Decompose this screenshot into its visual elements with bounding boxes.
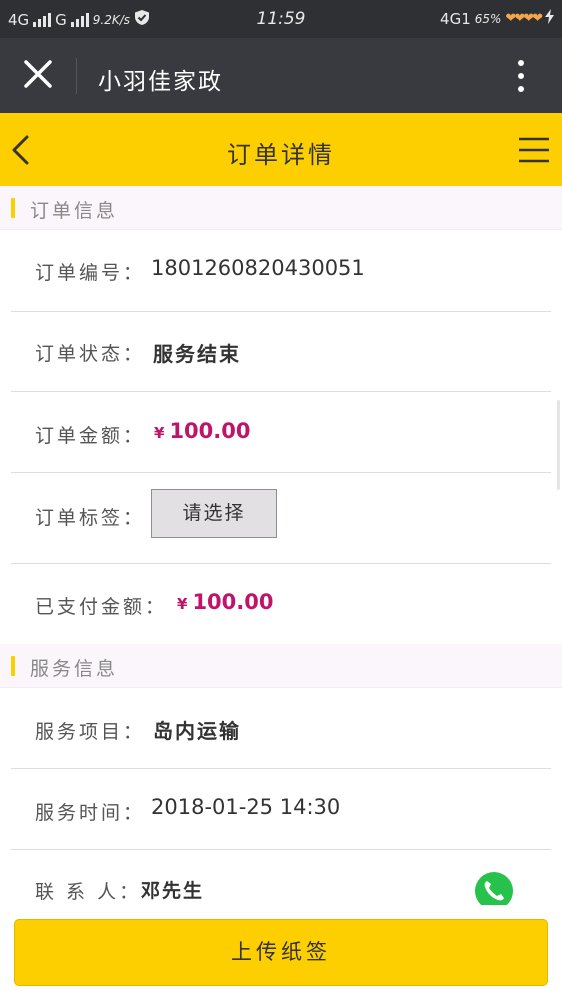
service-time-row: 服务时间： 2018-01-25 14:30 <box>11 769 551 850</box>
service-time-value: 2018-01-25 14:30 <box>151 795 341 819</box>
contact-label: 联 系 人： <box>35 881 142 903</box>
status-bar: 4G G 9.2K/s 11:59 4G1 65% ❤❤❤❤ <box>0 0 562 38</box>
heart-battery-icon: ❤❤❤❤ <box>505 11 543 26</box>
page-title: 订单详情 <box>227 141 335 169</box>
order-amount-label: 订单金额： <box>35 425 146 447</box>
service-item-row: 服务项目： 岛内运输 <box>11 688 551 769</box>
contact-row: 联 系 人： 邓先生 <box>11 850 551 910</box>
order-amount: 100.00 <box>169 419 251 443</box>
order-status-label: 订单状态： <box>35 343 146 365</box>
order-amount-value: ¥100.00 <box>154 419 250 443</box>
paid-amount-value: ¥100.00 <box>177 590 273 614</box>
contact-value: 邓先生 <box>141 880 205 902</box>
more-icon[interactable] <box>518 60 524 92</box>
scrollbar[interactable] <box>557 400 560 490</box>
service-info-section-header: 服务信息 <box>0 644 562 688</box>
order-number-label: 订单编号： <box>35 262 146 284</box>
order-status-row: 订单状态： 服务结束 <box>11 312 551 392</box>
charging-icon <box>545 9 554 28</box>
close-icon[interactable] <box>22 58 54 90</box>
order-number-value: 1801260820430051 <box>151 256 365 280</box>
battery-percent: 65% <box>474 11 502 26</box>
section-marker <box>11 198 15 218</box>
order-tag-label: 订单标签： <box>35 507 146 529</box>
order-info-section-header: 订单信息 <box>0 186 562 230</box>
paid-amount-row: 已支付金额： ¥100.00 <box>11 564 551 644</box>
order-tag-select[interactable]: 请选择 <box>151 489 277 538</box>
currency-symbol: ¥ <box>154 424 165 442</box>
order-info-title: 订单信息 <box>30 200 119 222</box>
service-item-value: 岛内运输 <box>153 719 241 743</box>
title-divider <box>76 58 77 94</box>
order-status-value: 服务结束 <box>153 342 241 366</box>
order-tag-row: 订单标签： 请选择 <box>11 473 551 564</box>
footer-bar: 上传纸签 <box>0 905 562 1000</box>
service-item-label: 服务项目： <box>35 721 146 743</box>
status-right: 4G1 65% ❤❤❤❤ <box>440 9 554 28</box>
currency-symbol-2: ¥ <box>177 595 188 613</box>
menu-icon[interactable] <box>518 137 550 163</box>
app-title: 小羽佳家政 <box>98 69 223 95</box>
upload-paper-sign-button[interactable]: 上传纸签 <box>14 919 548 986</box>
network-label-3: 4G1 <box>440 9 471 28</box>
paid-amount: 100.00 <box>192 590 274 614</box>
app-title-bar: 小羽佳家政 <box>0 38 562 113</box>
order-number-row: 订单编号： 1801260820430051 <box>11 230 551 312</box>
paid-amount-label: 已支付金额： <box>35 596 168 618</box>
page-header: 订单详情 <box>0 113 562 186</box>
section-marker-2 <box>11 656 15 676</box>
order-amount-row: 订单金额： ¥100.00 <box>11 392 551 473</box>
service-time-label: 服务时间： <box>35 802 146 824</box>
service-info-title: 服务信息 <box>30 658 119 680</box>
